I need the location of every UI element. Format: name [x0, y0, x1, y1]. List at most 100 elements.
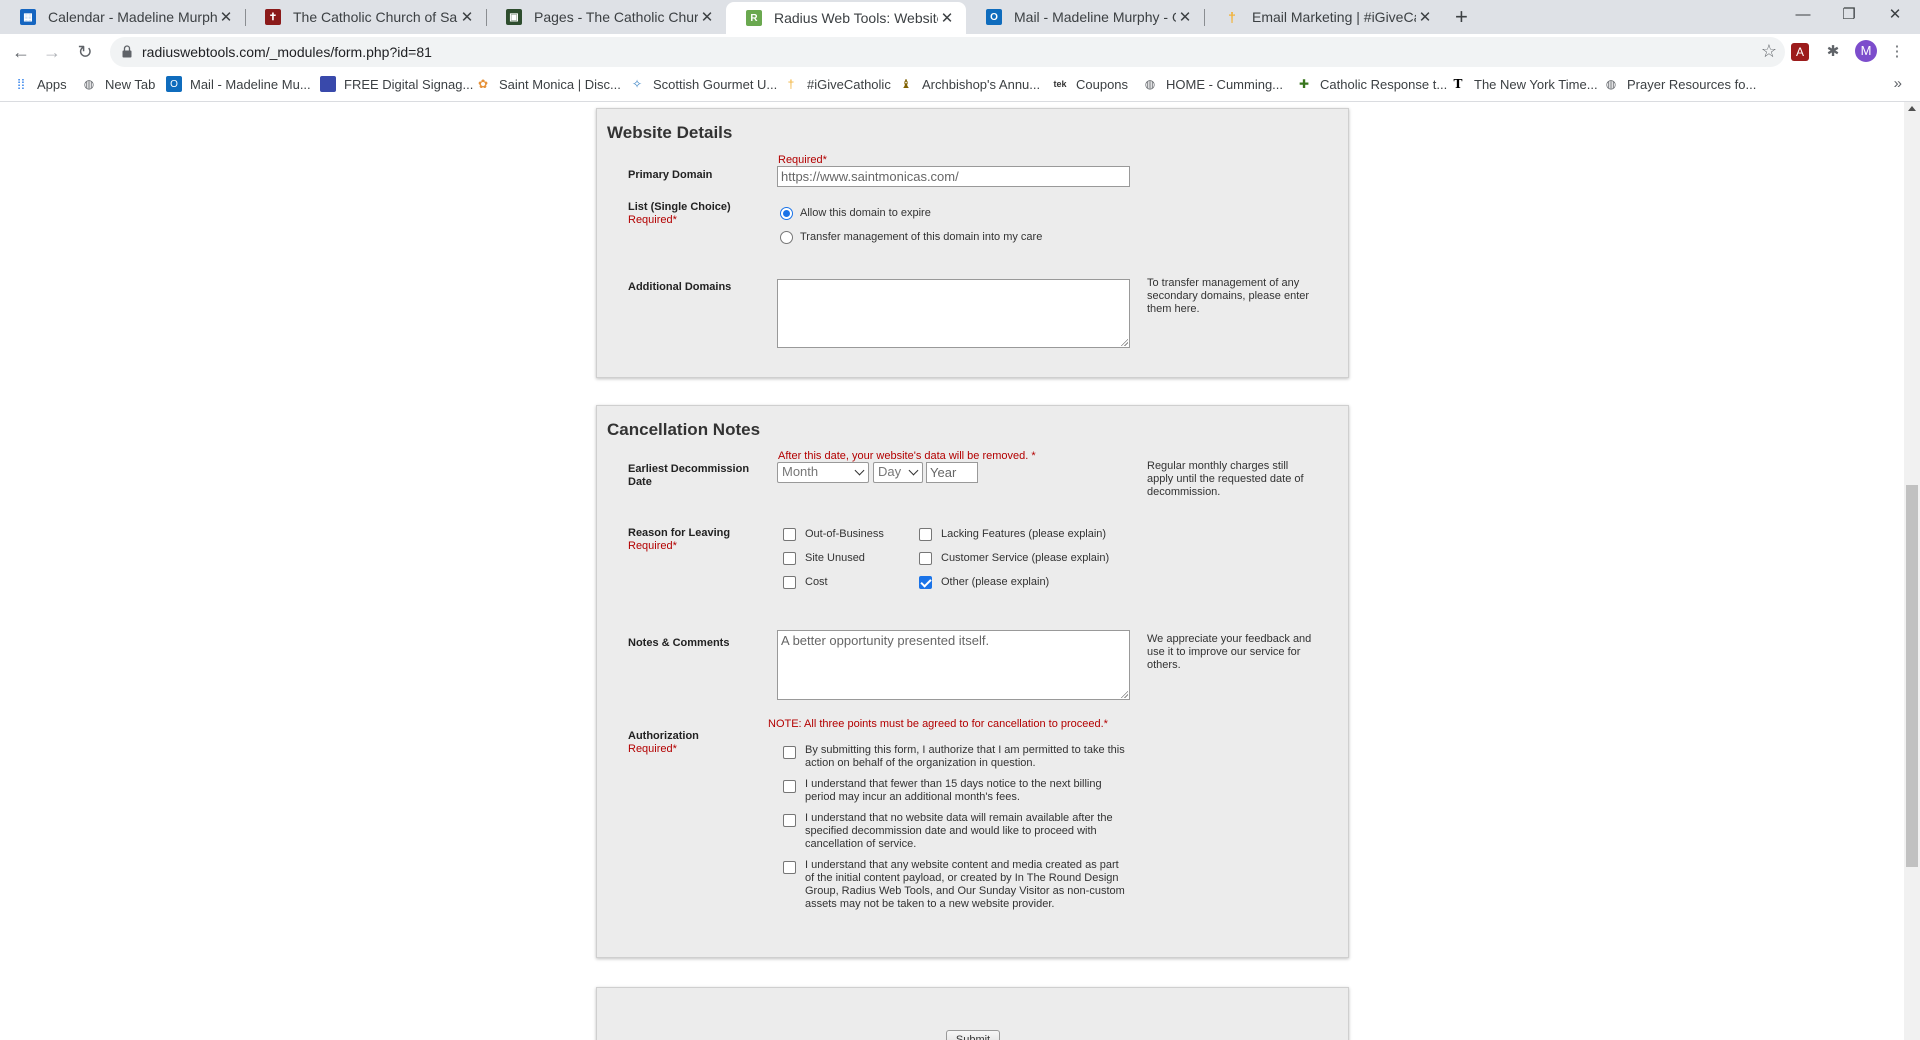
authorize-permitted-text: By submitting this form, I authorize tha… — [805, 744, 1125, 769]
bookmark-scottish-gourmet[interactable]: ✧ Scottish Gourmet U... — [629, 76, 777, 92]
scroll-up-arrow-icon[interactable] — [1908, 106, 1916, 111]
checkbox-other[interactable] — [919, 576, 932, 589]
bookmarks-overflow-icon[interactable]: » — [1894, 75, 1902, 92]
globe-icon: ◍ — [83, 77, 95, 91]
radio-allow-expire[interactable] — [780, 207, 793, 220]
bookmark-label: Prayer Resources fo... — [1627, 76, 1757, 92]
checkbox-cost[interactable] — [783, 576, 796, 589]
apps-grid-icon: ⁞⁞ — [17, 76, 25, 92]
bookmark-digital-signage[interactable]: FREE Digital Signag... — [320, 76, 473, 92]
bookmark-archbishop[interactable]: ♝ Archbishop's Annu... — [898, 76, 1041, 92]
tab-pages[interactable]: ▣ Pages - The Catholic Church of S ✕ — [486, 0, 726, 34]
close-icon[interactable]: ✕ — [698, 8, 716, 26]
close-icon[interactable]: ✕ — [217, 8, 235, 26]
checkbox-lacking-features[interactable] — [919, 528, 932, 541]
notes-textarea[interactable]: A better opportunity presented itself. — [777, 630, 1130, 700]
chevron-down-icon — [908, 465, 919, 476]
checkbox-out-of-business[interactable] — [783, 528, 796, 541]
back-arrow-icon[interactable]: ← — [9, 41, 33, 65]
reason-site-unused-label: Site Unused — [805, 552, 865, 564]
checkbox-site-unused[interactable] — [783, 552, 796, 565]
catholic-response-icon: ✚ — [1298, 77, 1310, 91]
restore-button[interactable]: ❐ — [1826, 0, 1872, 30]
flower-icon: ✿ — [477, 77, 489, 91]
authorization-label: Authorization — [628, 730, 699, 742]
year-input[interactable]: Year — [926, 462, 978, 483]
profile-avatar[interactable]: M — [1855, 40, 1877, 62]
day-select-value: Day — [878, 464, 902, 479]
bookmark-saint-monica[interactable]: ✿ Saint Monica | Disc... — [475, 76, 621, 92]
tab-outlook[interactable]: O Mail - Madeline Murphy - Outloo ✕ — [966, 0, 1204, 34]
tab-igive[interactable]: † Email Marketing | #iGiveCatholic ✕ — [1204, 0, 1444, 34]
candle-icon: † — [787, 77, 795, 91]
candle-icon: † — [1228, 9, 1236, 25]
tab-label: Calendar - Madeline Murphy - Ou — [48, 9, 217, 25]
reason-other-label: Other (please explain) — [941, 576, 1050, 588]
bookmark-home-cumming[interactable]: ◍ HOME - Cumming... — [1142, 76, 1283, 92]
checkbox-customer-service[interactable] — [919, 552, 932, 565]
bookmark-label: New Tab — [105, 76, 156, 92]
page-viewport: Website Details Primary Domain Required*… — [0, 102, 1904, 1040]
checkbox-content-ownership[interactable] — [783, 861, 796, 874]
bookmark-star-icon[interactable]: ☆ — [1761, 41, 1777, 62]
radio-transfer-management[interactable] — [780, 231, 793, 244]
bookmark-igivecatholic[interactable]: † #iGiveCatholic — [783, 76, 891, 92]
checkbox-authorize-permitted[interactable] — [783, 746, 796, 759]
bookmark-coupons[interactable]: tek Coupons — [1052, 76, 1128, 92]
forward-arrow-icon[interactable]: → — [40, 41, 64, 65]
submit-panel: Submit — [596, 987, 1349, 1040]
day-select[interactable]: Day — [873, 462, 923, 483]
outlook-icon: O — [166, 76, 182, 92]
menu-dots-icon[interactable]: ⋮ — [1886, 41, 1908, 63]
close-icon[interactable]: ✕ — [1416, 8, 1434, 26]
scrollbar-thumb[interactable] — [1906, 485, 1918, 867]
tab-strip: ▦ Calendar - Madeline Murphy - Ou ✕ ✝ Th… — [0, 0, 1920, 34]
submit-button[interactable]: Submit — [946, 1030, 1000, 1040]
authorization-note: NOTE: All three points must be agreed to… — [768, 718, 1108, 730]
decommission-hint: Regular monthly charges still apply unti… — [1147, 460, 1304, 498]
bookmark-apps[interactable]: ⁞⁞ Apps — [13, 76, 67, 92]
tab-radius-active[interactable]: R Radius Web Tools: Website Cance ✕ — [726, 2, 966, 34]
radio-allow-expire-label: Allow this domain to expire — [800, 207, 931, 219]
new-tab-button[interactable]: + — [1455, 4, 1468, 30]
bookmark-nyt[interactable]: T The New York Time... — [1450, 76, 1598, 92]
minimize-button[interactable]: — — [1780, 0, 1826, 30]
browser-toolbar: ← → ↻ radiuswebtools.com/_modules/form.p… — [0, 34, 1920, 70]
primary-domain-label: Primary Domain — [628, 169, 713, 181]
primary-domain-input[interactable]: https://www.saintmonicas.com/ — [777, 166, 1130, 187]
list-choice-label: List (Single Choice) — [628, 201, 731, 213]
bookmark-prayer-resources[interactable]: ◍ Prayer Resources fo... — [1603, 76, 1757, 92]
data-removal-text: I understand that no website data will r… — [805, 812, 1113, 850]
tab-church[interactable]: ✝ The Catholic Church of Saint Mo ✕ — [245, 0, 486, 34]
close-icon[interactable]: ✕ — [458, 8, 476, 26]
archbishop-icon: ♝ — [900, 77, 912, 91]
tab-calendar[interactable]: ▦ Calendar - Madeline Murphy - Ou ✕ — [0, 0, 245, 34]
resize-grip-icon[interactable] — [1120, 690, 1128, 698]
month-select[interactable]: Month — [777, 462, 869, 483]
bookmark-label: Catholic Response t... — [1320, 76, 1448, 92]
close-icon[interactable]: ✕ — [938, 9, 956, 27]
page-scrollbar[interactable] — [1904, 102, 1920, 1040]
resize-grip-icon[interactable] — [1120, 338, 1128, 346]
reasons-label: Reason for Leaving — [628, 527, 731, 539]
extensions-puzzle-icon[interactable]: ✱ — [1822, 41, 1844, 63]
list-choice-required: Required* — [628, 214, 677, 226]
bookmark-mail[interactable]: O Mail - Madeline Mu... — [166, 76, 311, 92]
additional-domains-textarea[interactable] — [777, 279, 1130, 348]
close-icon[interactable]: ✕ — [1176, 8, 1194, 26]
address-bar[interactable]: radiuswebtools.com/_modules/form.php?id=… — [110, 37, 1785, 67]
coupons-icon: tek — [1053, 79, 1067, 89]
tab-label: The Catholic Church of Saint Mo — [293, 9, 458, 25]
bookmark-catholic-response[interactable]: ✚ Catholic Response t... — [1296, 76, 1447, 92]
reload-icon[interactable]: ↻ — [73, 41, 97, 65]
checkbox-billing-notice[interactable] — [783, 780, 796, 793]
bookmark-new-tab[interactable]: ◍ New Tab — [81, 76, 156, 92]
close-window-button[interactable]: ✕ — [1872, 0, 1918, 30]
reason-customer-service-label: Customer Service (please explain) — [941, 552, 1110, 564]
month-select-value: Month — [782, 464, 819, 479]
reason-out-of-business-label: Out-of-Business — [805, 528, 884, 540]
bookmark-label: The New York Time... — [1474, 76, 1598, 92]
acrobat-extension-icon[interactable]: A — [1791, 43, 1809, 61]
reason-cost-label: Cost — [805, 576, 828, 588]
checkbox-data-removal[interactable] — [783, 814, 796, 827]
